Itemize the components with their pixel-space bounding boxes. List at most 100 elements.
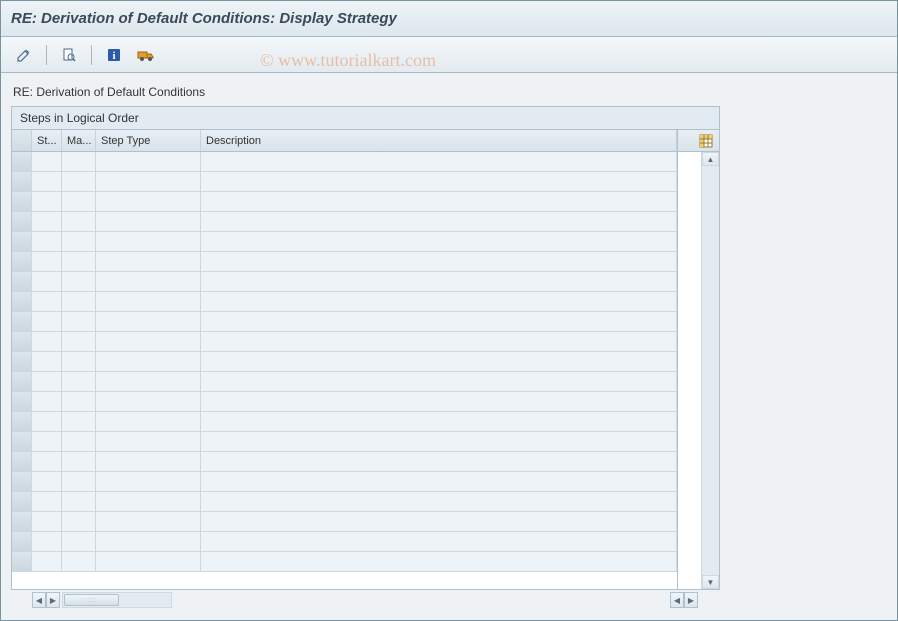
hscroll-left-button-2[interactable]: ▶ bbox=[46, 592, 60, 608]
cell-st[interactable] bbox=[32, 372, 62, 391]
cell-description[interactable] bbox=[201, 432, 677, 451]
cell-step-type[interactable] bbox=[96, 392, 201, 411]
row-selector[interactable] bbox=[12, 332, 32, 351]
cell-st[interactable] bbox=[32, 152, 62, 171]
cell-ma[interactable] bbox=[62, 452, 96, 471]
cell-description[interactable] bbox=[201, 252, 677, 271]
cell-st[interactable] bbox=[32, 412, 62, 431]
cell-description[interactable] bbox=[201, 292, 677, 311]
cell-ma[interactable] bbox=[62, 332, 96, 351]
cell-st[interactable] bbox=[32, 492, 62, 511]
hscroll-right-button-2[interactable]: ▶ bbox=[684, 592, 698, 608]
row-selector[interactable] bbox=[12, 312, 32, 331]
cell-step-type[interactable] bbox=[96, 352, 201, 371]
cell-description[interactable] bbox=[201, 192, 677, 211]
cell-description[interactable] bbox=[201, 392, 677, 411]
cell-description[interactable] bbox=[201, 232, 677, 251]
cell-st[interactable] bbox=[32, 352, 62, 371]
transport-button[interactable] bbox=[133, 43, 159, 67]
cell-st[interactable] bbox=[32, 312, 62, 331]
cell-step-type[interactable] bbox=[96, 152, 201, 171]
cell-step-type[interactable] bbox=[96, 492, 201, 511]
cell-ma[interactable] bbox=[62, 272, 96, 291]
row-selector[interactable] bbox=[12, 192, 32, 211]
cell-ma[interactable] bbox=[62, 512, 96, 531]
cell-st[interactable] bbox=[32, 212, 62, 231]
cell-st[interactable] bbox=[32, 272, 62, 291]
cell-description[interactable] bbox=[201, 312, 677, 331]
cell-description[interactable] bbox=[201, 172, 677, 191]
cell-description[interactable] bbox=[201, 452, 677, 471]
cell-ma[interactable] bbox=[62, 492, 96, 511]
cell-ma[interactable] bbox=[62, 312, 96, 331]
row-selector[interactable] bbox=[12, 512, 32, 531]
cell-st[interactable] bbox=[32, 332, 62, 351]
cell-step-type[interactable] bbox=[96, 232, 201, 251]
edit-button[interactable] bbox=[11, 43, 37, 67]
row-selector[interactable] bbox=[12, 352, 32, 371]
cell-description[interactable] bbox=[201, 352, 677, 371]
cell-description[interactable] bbox=[201, 492, 677, 511]
cell-ma[interactable] bbox=[62, 432, 96, 451]
table-config-button[interactable] bbox=[678, 130, 719, 152]
hscroll-thumb[interactable]: ::: bbox=[64, 594, 119, 606]
cell-description[interactable] bbox=[201, 532, 677, 551]
cell-ma[interactable] bbox=[62, 352, 96, 371]
cell-ma[interactable] bbox=[62, 392, 96, 411]
row-selector[interactable] bbox=[12, 552, 32, 571]
column-header-ma[interactable]: Ma... bbox=[62, 130, 96, 151]
cell-ma[interactable] bbox=[62, 172, 96, 191]
cell-st[interactable] bbox=[32, 552, 62, 571]
cell-step-type[interactable] bbox=[96, 372, 201, 391]
cell-description[interactable] bbox=[201, 412, 677, 431]
cell-st[interactable] bbox=[32, 532, 62, 551]
row-selector[interactable] bbox=[12, 532, 32, 551]
row-selector[interactable] bbox=[12, 412, 32, 431]
cell-st[interactable] bbox=[32, 512, 62, 531]
cell-ma[interactable] bbox=[62, 192, 96, 211]
cell-step-type[interactable] bbox=[96, 252, 201, 271]
row-selector[interactable] bbox=[12, 152, 32, 171]
cell-description[interactable] bbox=[201, 512, 677, 531]
column-header-st[interactable]: St... bbox=[32, 130, 62, 151]
cell-ma[interactable] bbox=[62, 232, 96, 251]
row-selector[interactable] bbox=[12, 172, 32, 191]
column-header-selector[interactable] bbox=[12, 130, 32, 151]
cell-description[interactable] bbox=[201, 152, 677, 171]
vscroll-track[interactable] bbox=[702, 166, 719, 575]
cell-ma[interactable] bbox=[62, 552, 96, 571]
row-selector[interactable] bbox=[12, 472, 32, 491]
cell-description[interactable] bbox=[201, 212, 677, 231]
cell-ma[interactable] bbox=[62, 412, 96, 431]
hscroll-track-left[interactable]: ::: bbox=[62, 592, 172, 608]
cell-st[interactable] bbox=[32, 452, 62, 471]
cell-ma[interactable] bbox=[62, 152, 96, 171]
row-selector[interactable] bbox=[12, 272, 32, 291]
row-selector[interactable] bbox=[12, 372, 32, 391]
hscroll-right-button[interactable]: ◀ bbox=[670, 592, 684, 608]
cell-step-type[interactable] bbox=[96, 412, 201, 431]
cell-st[interactable] bbox=[32, 232, 62, 251]
vertical-scrollbar[interactable]: ▲ ▼ bbox=[701, 152, 719, 589]
column-header-description[interactable]: Description bbox=[201, 130, 677, 151]
cell-st[interactable] bbox=[32, 432, 62, 451]
scroll-down-button[interactable]: ▼ bbox=[702, 575, 719, 589]
cell-step-type[interactable] bbox=[96, 472, 201, 491]
cell-description[interactable] bbox=[201, 272, 677, 291]
hscroll-left-button[interactable]: ◀ bbox=[32, 592, 46, 608]
row-selector[interactable] bbox=[12, 492, 32, 511]
cell-description[interactable] bbox=[201, 332, 677, 351]
cell-step-type[interactable] bbox=[96, 332, 201, 351]
overview-button[interactable] bbox=[56, 43, 82, 67]
cell-step-type[interactable] bbox=[96, 452, 201, 471]
row-selector[interactable] bbox=[12, 452, 32, 471]
cell-step-type[interactable] bbox=[96, 272, 201, 291]
cell-step-type[interactable] bbox=[96, 512, 201, 531]
cell-ma[interactable] bbox=[62, 472, 96, 491]
cell-step-type[interactable] bbox=[96, 192, 201, 211]
cell-description[interactable] bbox=[201, 372, 677, 391]
cell-description[interactable] bbox=[201, 472, 677, 491]
row-selector[interactable] bbox=[12, 292, 32, 311]
cell-step-type[interactable] bbox=[96, 432, 201, 451]
cell-st[interactable] bbox=[32, 292, 62, 311]
